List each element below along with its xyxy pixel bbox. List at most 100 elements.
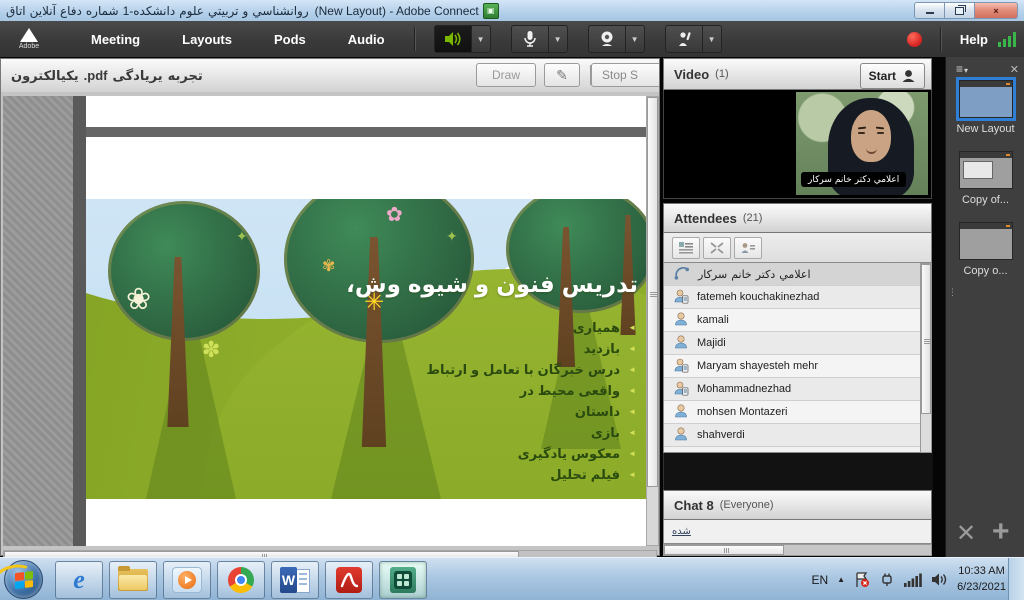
pods-close-icon[interactable]: ✕ [956, 519, 976, 548]
attendee-row[interactable]: Mohammadnezhad [664, 378, 931, 401]
show-desktop-button[interactable] [1008, 558, 1024, 600]
menu-layouts[interactable]: Layouts [161, 23, 253, 56]
network-signal-icon[interactable] [904, 573, 922, 587]
bullet-marker-icon: ◄ [626, 449, 636, 458]
attendee-row[interactable]: mohsen Montazeri [664, 401, 931, 424]
slide-bullet: داستان◄ [326, 401, 636, 422]
stop-sharing-button[interactable]: Stop S [591, 63, 659, 87]
taskbar-internet-explorer[interactable]: e [55, 561, 103, 599]
menu-audio[interactable]: Audio [327, 23, 406, 56]
flower-icon: ✦ [446, 229, 458, 243]
flower-icon: ✦ [236, 229, 248, 243]
attendee-row[interactable]: سركار خانم دكتر اعلامي [664, 263, 931, 286]
attendee-row[interactable]: Maryam shayesteh mehr [664, 355, 931, 378]
raise-hand-icon[interactable] [665, 25, 703, 53]
attendee-row[interactable]: fatemeh kouchakinezhad [664, 286, 931, 309]
scrollbar-thumb[interactable] [647, 97, 658, 487]
menu-pods[interactable]: Pods [253, 23, 327, 56]
system-tray: EN ▲ 10:33 AM 6/23/2021 [811, 558, 1006, 600]
share-vertical-scrollbar[interactable] [646, 96, 659, 546]
bullet-marker-icon: ◄ [626, 344, 636, 353]
layouts-menu-icon[interactable]: ≡▾ [956, 62, 969, 76]
folder-icon [118, 569, 148, 591]
taskbar-chrome[interactable] [217, 561, 265, 599]
webcam-dropdown[interactable]: ▼ [626, 25, 645, 53]
slide-bullet: بازدید◄ [326, 338, 636, 359]
layout-label: Copy of... [946, 194, 1024, 206]
draw-button[interactable]: Draw [476, 63, 536, 87]
microphone-control[interactable]: ▼ [511, 25, 568, 53]
bullet-marker-icon: ◄ [626, 386, 636, 395]
attendees-toolbar [663, 233, 932, 263]
attendee-name: mohsen Montazeri [697, 406, 788, 418]
taskbar-media-player[interactable] [163, 561, 211, 599]
windows-taskbar: e W [0, 557, 1024, 600]
microphone-icon[interactable] [511, 25, 549, 53]
video-pod-header: Video (1) Start [663, 58, 932, 90]
layouts-sidebar: ≡▾ ✕ New LayoutCopy of...Copy o... ⋮ ✕ + [945, 57, 1024, 557]
start-webcam-button[interactable]: Start [860, 63, 925, 89]
taskbar-clock[interactable]: 10:33 AM 6/23/2021 [957, 564, 1006, 596]
acrobat-icon [336, 567, 362, 593]
layout-thumbnail-copy-o-[interactable] [959, 222, 1013, 260]
raise-hand-dropdown[interactable]: ▼ [703, 25, 722, 53]
slide-bullet: همیاری◄ [326, 317, 636, 338]
word-icon: W [280, 567, 310, 593]
layouts-close-icon[interactable]: ✕ [1010, 63, 1019, 76]
speaker-dropdown[interactable]: ▼ [472, 25, 491, 53]
language-indicator[interactable]: EN [811, 573, 828, 587]
webcam-icon[interactable] [588, 25, 626, 53]
minimize-button[interactable] [914, 2, 945, 19]
microphone-dropdown[interactable]: ▼ [549, 25, 568, 53]
chat-message[interactable]: شده [672, 526, 691, 537]
menu-meeting[interactable]: Meeting [70, 23, 161, 56]
action-center-flag-icon[interactable] [854, 572, 870, 588]
volume-icon[interactable] [931, 572, 948, 587]
attendee-row[interactable]: Majidi [664, 332, 931, 355]
phone-icon [673, 265, 690, 284]
raise-hand-control[interactable]: ▼ [665, 25, 722, 53]
menu-items: MeetingLayoutsPodsAudio [70, 23, 406, 56]
power-plug-icon[interactable] [879, 572, 895, 588]
speaker-icon[interactable] [434, 25, 472, 53]
bullet-marker-icon: ◄ [626, 428, 636, 437]
attendee-list-view-icon[interactable] [672, 237, 700, 259]
menu-bar: Adobe MeetingLayoutsPodsAudio ▼ ▼ ▼ [0, 21, 1024, 57]
attendee-name: Majidi [697, 337, 726, 349]
taskbar-adobe-connect[interactable] [379, 561, 427, 599]
connection-signal-icon[interactable] [998, 31, 1016, 47]
meeting-workspace: یکیالکترون .pdf یریادگی تجربه Draw ✎ Sto… [0, 57, 1024, 557]
scrollbar-thumb[interactable] [664, 545, 784, 555]
help-menu[interactable]: Help [960, 32, 988, 47]
sidebar-resize-handle[interactable]: ⋮ [948, 287, 957, 298]
recording-indicator [907, 32, 922, 47]
attendee-row[interactable]: shahverdi [664, 424, 931, 447]
right-pod-column: Video (1) Start سركار خانم [663, 58, 932, 556]
slide-bullet: در محیط واقعی◄ [326, 380, 636, 401]
person-icon [673, 426, 689, 445]
close-button[interactable]: × [975, 2, 1018, 19]
attendees-scrollbar[interactable] [920, 263, 932, 453]
scrollbar-thumb[interactable] [921, 264, 931, 414]
hidden-icons-chevron[interactable]: ▲ [837, 575, 845, 584]
chrome-icon [228, 567, 254, 593]
slide-bullet: یادگیری معکوس◄ [326, 443, 636, 464]
speaker-control[interactable]: ▼ [434, 25, 491, 53]
attendee-name: Maryam shayesteh mehr [697, 360, 818, 372]
restore-button[interactable] [945, 2, 975, 19]
taskbar-word[interactable]: W [271, 561, 319, 599]
taskbar-windows-explorer[interactable] [109, 561, 157, 599]
webcam-control[interactable]: ▼ [588, 25, 645, 53]
layout-thumbnail-new-layout[interactable] [959, 80, 1013, 118]
bullet-marker-icon: ◄ [626, 470, 636, 479]
attendee-row[interactable]: kamali [664, 309, 931, 332]
column-horizontal-scrollbar[interactable] [663, 544, 932, 556]
document-margin-hatch [3, 96, 73, 546]
breakout-view-icon[interactable] [703, 237, 731, 259]
add-layout-icon[interactable]: + [992, 515, 1010, 549]
taskbar-acrobat-reader[interactable] [325, 561, 373, 599]
flower-icon: ✿ [386, 205, 403, 225]
pencil-icon[interactable]: ✎ [544, 63, 580, 87]
attendee-status-view-icon[interactable] [734, 237, 762, 259]
layout-thumbnail-copy-of-[interactable] [959, 151, 1013, 189]
